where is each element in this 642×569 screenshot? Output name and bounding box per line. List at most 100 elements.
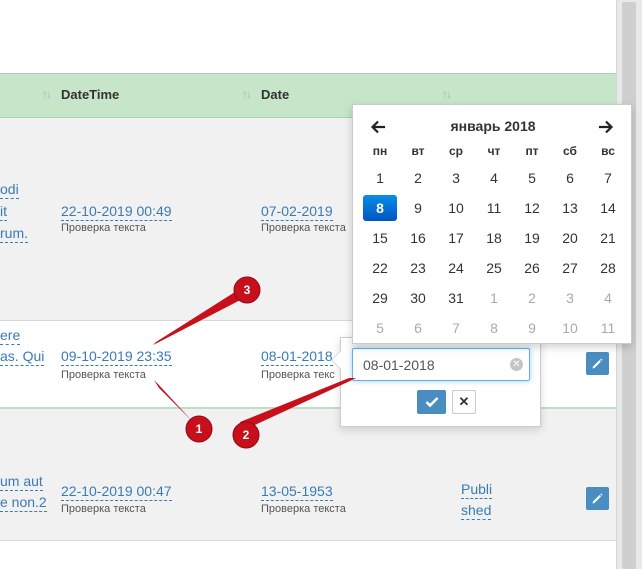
- calendar-day[interactable]: 8: [361, 195, 399, 225]
- calendar-day[interactable]: 4: [589, 285, 627, 315]
- calendar-day-label: 9: [414, 200, 422, 216]
- calendar-day[interactable]: 12: [513, 195, 551, 225]
- column-header-datetime[interactable]: DateTime: [61, 87, 119, 102]
- sort-icon[interactable]: ↑↓: [442, 87, 452, 101]
- calendar-day[interactable]: 11: [589, 315, 627, 345]
- calendar-day[interactable]: 16: [399, 225, 437, 255]
- row-text-fragment[interactable]: um aut: [0, 473, 43, 491]
- calendar-day[interactable]: 25: [475, 255, 513, 285]
- date-link[interactable]: 08-01-2018: [261, 348, 333, 366]
- calendar-week-row: 15 16 17 18 19 20 21: [361, 225, 627, 255]
- calendar-day[interactable]: 15: [361, 225, 399, 255]
- calendar-day-label: 25: [486, 260, 502, 276]
- calendar-day-label: 3: [566, 290, 574, 306]
- calendar-day[interactable]: 3: [437, 165, 475, 195]
- status-link[interactable]: shed: [461, 502, 492, 520]
- sort-icon[interactable]: ↑↓: [242, 87, 252, 101]
- calendar-week-row: 8 9 10 11 12 13 14: [361, 195, 627, 225]
- row-text-fragment[interactable]: as. Qui: [0, 348, 45, 366]
- calendar-day-label: 5: [528, 170, 536, 186]
- calendar-week-row: 22 23 24 25 26 27 28: [361, 255, 627, 285]
- calendar-day[interactable]: 6: [399, 315, 437, 345]
- calendar-day[interactable]: 29: [361, 285, 399, 315]
- calendar-day[interactable]: 2: [513, 285, 551, 315]
- weekday-header-row: пн вт ср чт пт сб вс: [361, 139, 627, 165]
- calendar-month-title[interactable]: январь 2018: [353, 118, 633, 134]
- calendar-day[interactable]: 26: [513, 255, 551, 285]
- calendar-day[interactable]: 23: [399, 255, 437, 285]
- top-panel: [0, 0, 616, 73]
- calendar-day[interactable]: 3: [551, 285, 589, 315]
- calendar-week-row: 1 2 3 4 5 6 7: [361, 165, 627, 195]
- calendar-day-label: 31: [448, 290, 464, 306]
- date-link[interactable]: 07-02-2019: [261, 203, 333, 221]
- calendar-day[interactable]: 6: [551, 165, 589, 195]
- edit-button[interactable]: [586, 487, 609, 510]
- calendar-day[interactable]: 9: [513, 315, 551, 345]
- datetime-link[interactable]: 22-10-2019 00:47: [61, 483, 172, 501]
- calendar-day-label: 29: [372, 290, 388, 306]
- popover-arrow: [332, 351, 341, 369]
- calendar-day[interactable]: 5: [361, 315, 399, 345]
- calendar-day[interactable]: 24: [437, 255, 475, 285]
- calendar-day[interactable]: 10: [437, 195, 475, 225]
- calendar-day[interactable]: 19: [513, 225, 551, 255]
- calendar-day[interactable]: 8: [475, 315, 513, 345]
- clear-icon[interactable]: ✕: [510, 358, 523, 371]
- calendar-day[interactable]: 1: [475, 285, 513, 315]
- calendar-day[interactable]: 28: [589, 255, 627, 285]
- row-text-fragment[interactable]: e non.2: [0, 494, 47, 512]
- screen: ↑↓ DateTime ↑↓ Date ↑↓ odi it rum. 22-10…: [0, 0, 642, 569]
- status-link[interactable]: Publi: [461, 481, 493, 499]
- weekday-label: пт: [525, 144, 539, 158]
- calendar-day[interactable]: 18: [475, 225, 513, 255]
- check-icon: [425, 397, 438, 408]
- calendar-day[interactable]: 14: [589, 195, 627, 225]
- calendar-day[interactable]: 11: [475, 195, 513, 225]
- calendar-day[interactable]: 4: [475, 165, 513, 195]
- sort-icon[interactable]: ↑↓: [42, 87, 52, 101]
- calendar-day-label: 4: [490, 170, 498, 186]
- calendar-day[interactable]: 31: [437, 285, 475, 315]
- weekday-label: пн: [372, 144, 388, 158]
- calendar-day-label: 10: [448, 200, 464, 216]
- row-text-fragment[interactable]: it: [0, 203, 7, 221]
- calendar-day-label: 11: [486, 200, 502, 216]
- calendar-day-label: 17: [448, 230, 464, 246]
- weekday-label: ср: [448, 144, 463, 158]
- calendar-day-label: 18: [486, 230, 502, 246]
- calendar-day[interactable]: 27: [551, 255, 589, 285]
- calendar-day-label: 7: [604, 170, 612, 186]
- calendar-day[interactable]: 22: [361, 255, 399, 285]
- ok-button[interactable]: [417, 390, 446, 414]
- calendar-day-label: 3: [452, 170, 460, 186]
- calendar-day[interactable]: 9: [399, 195, 437, 225]
- calendar-day[interactable]: 21: [589, 225, 627, 255]
- date-input[interactable]: [352, 348, 530, 381]
- calendar-day[interactable]: 13: [551, 195, 589, 225]
- calendar-day[interactable]: 17: [437, 225, 475, 255]
- column-header-date[interactable]: Date: [261, 87, 289, 102]
- calendar-day-label: 19: [524, 230, 540, 246]
- pencil-icon: [592, 493, 603, 504]
- row-text-fragment[interactable]: odi: [0, 181, 19, 199]
- calendar-day[interactable]: 30: [399, 285, 437, 315]
- datetime-link[interactable]: 09-10-2019 23:35: [61, 348, 172, 366]
- cancel-button[interactable]: ✕: [452, 390, 476, 414]
- row-text-fragment[interactable]: rum.: [0, 225, 28, 243]
- edit-button[interactable]: [586, 352, 609, 375]
- calendar-day-label: 14: [600, 200, 616, 216]
- calendar-day[interactable]: 10: [551, 315, 589, 345]
- arrow-right-icon[interactable]: [595, 117, 615, 137]
- calendar-day[interactable]: 1: [361, 165, 399, 195]
- calendar-day[interactable]: 2: [399, 165, 437, 195]
- calendar-day[interactable]: 7: [437, 315, 475, 345]
- calendar-day[interactable]: 5: [513, 165, 551, 195]
- calendar-day[interactable]: 20: [551, 225, 589, 255]
- calendar-day-label: 1: [490, 290, 498, 306]
- datetime-link[interactable]: 22-10-2019 00:49: [61, 203, 172, 221]
- calendar-day[interactable]: 7: [589, 165, 627, 195]
- date-link[interactable]: 13-05-1953: [261, 483, 333, 501]
- row-text-fragment[interactable]: ere: [0, 327, 21, 345]
- weekday-label: сб: [563, 144, 577, 158]
